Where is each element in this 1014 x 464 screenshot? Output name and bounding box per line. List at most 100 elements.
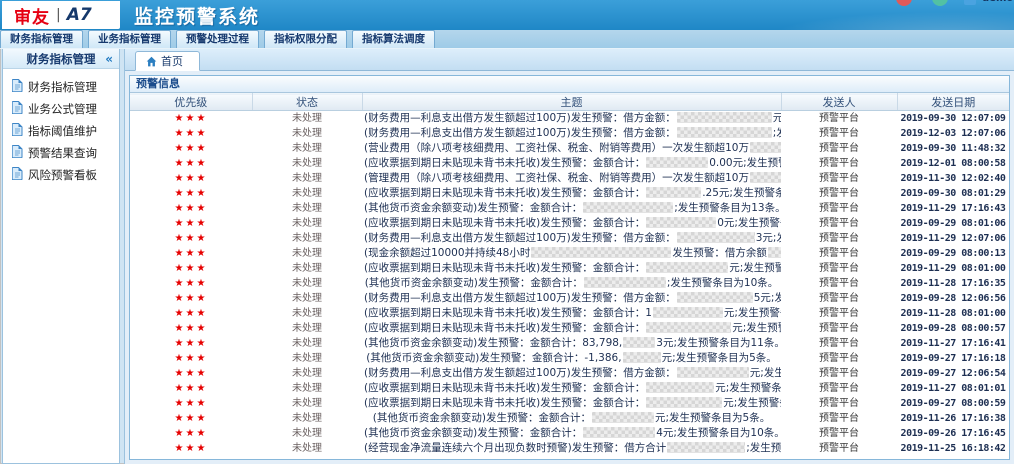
priority-stars: ★★★: [130, 216, 252, 231]
sidebar-item-label: 业务公式管理: [28, 101, 97, 117]
user-label: demo01: [982, 0, 1014, 4]
date-cell: 2019-11-26 17:16:38: [897, 411, 1009, 426]
subject-cell: (管理费用（除八项考核细费用、工资社保、税金、附销等费用）一次发生额超10万预警…: [362, 171, 781, 186]
redacted-amount: [677, 112, 772, 123]
sender-cell: 预警平台: [781, 381, 897, 396]
sidebar-title: 财务指标管理: [27, 51, 96, 67]
sender-cell: 预警平台: [781, 171, 897, 186]
subject-cell: (其他货币资金余额变动)发生预警：金额合计：-1,386,元;发生预警条目为5条…: [362, 351, 781, 366]
app-header: 审友 | A7 监控预警系统 demo01: [0, 0, 1014, 30]
priority-stars: ★★★: [130, 201, 252, 216]
alert-row[interactable]: ★★★未处理(应收票据到期日未贴现未背书未托收)发生预警：金额合计：元;发生预警…: [130, 321, 1009, 336]
sender-cell: 预警平台: [781, 411, 897, 426]
sidebar-item[interactable]: 风险预警看板: [12, 164, 119, 186]
alert-row[interactable]: ★★★未处理(应收票据到期日未贴现未背书未托收)发生预警：金额合计：0.00元;…: [130, 156, 1009, 171]
subject-text: 4元;发生预警条目为10条。: [656, 427, 781, 439]
subject-cell: (现金余额超过10000并持续48小时发生预警：借方余额4元;发生预警条目为1条…: [362, 246, 781, 261]
subject-cell: (财务费用—利息支出借方发生额超过100万)发生预警：借方金额：5元;发生预警条…: [362, 291, 781, 306]
sidebar-item[interactable]: 业务公式管理: [12, 98, 119, 120]
tab-home-label: 首页: [161, 53, 183, 69]
redacted-amount: [646, 262, 728, 273]
subject-text: 发生预警：借方余额: [672, 247, 767, 259]
page-tab-strip: 首页: [125, 49, 1014, 71]
subject-text: (应收票据到期日未贴现未背书未托收)发生预警：金额合计：: [364, 397, 645, 409]
date-cell: 2019-11-27 17:16:41: [897, 336, 1009, 351]
sender-cell: 预警平台: [781, 351, 897, 366]
priority-stars: ★★★: [130, 186, 252, 201]
alert-row[interactable]: ★★★未处理(应收票据到期日未贴现未背书未托收)发生预警：金额合计：1元;发生预…: [130, 306, 1009, 321]
subject-cell: (应收票据到期日未贴现未背书未托收)发生预警：金额合计：元;发生预警条目为22条…: [362, 396, 781, 411]
sidebar-collapse-icon[interactable]: «: [105, 52, 113, 66]
sidebar-item[interactable]: 财务指标管理: [12, 76, 119, 98]
alert-row[interactable]: ★★★未处理(其他货币资金余额变动)发生预警：金额合计：;发生预警条目为10条。…: [130, 276, 1009, 291]
status-cell: 未处理: [252, 426, 362, 441]
red-status-icon[interactable]: [896, 0, 912, 6]
sidebar-item-label: 预警结果查询: [28, 145, 97, 161]
priority-stars: ★★★: [130, 231, 252, 246]
alert-row[interactable]: ★★★未处理(财务费用—利息支出借方发生额超过100万)发生预警：借方金额：;发…: [130, 126, 1009, 141]
sender-cell: 预警平台: [781, 441, 897, 456]
date-cell: 2019-09-29 08:01:06: [897, 216, 1009, 231]
alert-row[interactable]: ★★★未处理(财务费用—利息支出借方发生额超过100万)发生预警：借方金额：3元…: [130, 231, 1009, 246]
alert-row[interactable]: ★★★未处理(营业费用（除八项考核细费用、工资社保、税金、附销等费用）一次发生额…: [130, 141, 1009, 156]
document-icon: [12, 167, 23, 183]
home-icon: [146, 56, 157, 67]
status-cell: 未处理: [252, 141, 362, 156]
date-cell: 2019-09-28 12:06:56: [897, 291, 1009, 306]
alert-row[interactable]: ★★★未处理(财务费用—利息支出借方发生额超过100万)发生预警：借方金额：5元…: [130, 291, 1009, 306]
status-cell: 未处理: [252, 186, 362, 201]
status-cell: 未处理: [252, 216, 362, 231]
subject-text: ;发生预警条目为8条。: [746, 442, 781, 454]
alert-row[interactable]: ★★★未处理(应收票据到期日未贴现未背书未托收)发生预警：金额合计：.25元;发…: [130, 186, 1009, 201]
sender-cell: 预警平台: [781, 186, 897, 201]
redacted-amount: [768, 247, 781, 258]
alert-row[interactable]: ★★★未处理(应收票据到期日未贴现未背书未托收)发生预警：金额合计：元;发生预警…: [130, 261, 1009, 276]
alert-row[interactable]: ★★★未处理(其他货币资金余额变动)发生预警：金额合计：元;发生预警条目为5条。…: [130, 411, 1009, 426]
alert-row[interactable]: ★★★未处理(其他货币资金余额变动)发生预警：金额合计：-1,386,元;发生预…: [130, 351, 1009, 366]
module-tab[interactable]: 指标权限分配: [264, 30, 347, 48]
status-cell: 未处理: [252, 306, 362, 321]
subject-cell: (其他货币资金余额变动)发生预警：金额合计：;发生预警条目为13条。: [362, 201, 781, 216]
green-status-icon[interactable]: [932, 0, 948, 6]
body: 财务指标管理 « 财务指标管理业务公式管理指标阈值维护预警结果查询风险预警看板 …: [0, 49, 1014, 464]
status-cell: 未处理: [252, 201, 362, 216]
subject-cell: (财务费用—利息支出借方发生额超过100万)发生预警：借方金额：元;发生预警条目…: [362, 366, 781, 381]
subject-text: (应收票据到期日未贴现未背书未托收)发生预警：金额合计：: [364, 322, 645, 334]
sender-cell: 预警平台: [781, 111, 897, 127]
sidebar-item[interactable]: 预警结果查询: [12, 142, 119, 164]
alert-row[interactable]: ★★★未处理(应收票据到期日未贴现未背书未托收)发生预警：金额合计：元;发生预警…: [130, 396, 1009, 411]
sidebar-item[interactable]: 指标阈值维护: [12, 120, 119, 142]
module-tab[interactable]: 预警处理过程: [176, 30, 259, 48]
alert-row[interactable]: ★★★未处理(财务费用—利息支出借方发生额超过100万)发生预警：借方金额：元;…: [130, 366, 1009, 381]
tab-home[interactable]: 首页: [135, 51, 200, 71]
alert-row[interactable]: ★★★未处理(现金余额超过10000并持续48小时发生预警：借方余额4元;发生预…: [130, 246, 1009, 261]
priority-stars: ★★★: [130, 126, 252, 141]
column-header: 优先级: [130, 94, 252, 111]
blue-app-icon[interactable]: [964, 0, 976, 5]
module-tab[interactable]: 指标算法调度: [352, 30, 435, 48]
subject-text: (应收票据到期日未贴现未背书未托收)发生预警：金额合计：: [364, 217, 645, 229]
alert-row[interactable]: ★★★未处理(财务费用—利息支出借方发生额超过100万)发生预警：借方金额：元;…: [130, 111, 1009, 127]
page-title: 监控预警系统: [134, 2, 260, 29]
subject-text: 元;发生预警条目为5条。: [662, 352, 777, 364]
priority-stars: ★★★: [130, 291, 252, 306]
subject-text: (现金余额超过10000并持续48小时: [364, 247, 530, 259]
redacted-amount: [677, 232, 755, 243]
module-tab[interactable]: 业务指标管理: [88, 30, 171, 48]
alert-row[interactable]: ★★★未处理(应收票据到期日未贴现未背书未托收)发生预警：金额合计：0元;发生预…: [130, 216, 1009, 231]
alert-row[interactable]: ★★★未处理(其他货币资金余额变动)发生预警：金额合计：4元;发生预警条目为10…: [130, 426, 1009, 441]
alert-table-body: ★★★未处理(财务费用—利息支出借方发生额超过100万)发生预警：借方金额：元;…: [130, 111, 1009, 457]
status-cell: 未处理: [252, 276, 362, 291]
subject-text: 元;发生预警条目为4条。: [773, 112, 781, 124]
app-window: 审友 | A7 监控预警系统 demo01 财务指标管理业务指标管理预警处理过程…: [0, 0, 1014, 464]
priority-stars: ★★★: [130, 276, 252, 291]
module-tab[interactable]: 财务指标管理: [0, 30, 83, 48]
alert-row[interactable]: ★★★未处理(管理费用（除八项考核细费用、工资社保、税金、附销等费用）一次发生额…: [130, 171, 1009, 186]
alert-row[interactable]: ★★★未处理(其他货币资金余额变动)发生预警：金额合计：;发生预警条目为13条。…: [130, 201, 1009, 216]
alert-row[interactable]: ★★★未处理(经营现金净流量连续六个月出现负数时预警)发生预警：借方合计;发生预…: [130, 441, 1009, 456]
status-cell: 未处理: [252, 336, 362, 351]
column-header: 主题: [362, 94, 781, 111]
alert-row[interactable]: ★★★未处理(应收票据到期日未贴现未背书未托收)发生预警：金额合计：元;发生预警…: [130, 381, 1009, 396]
sender-cell: 预警平台: [781, 291, 897, 306]
alert-row[interactable]: ★★★未处理(其他货币资金余额变动)发生预警：金额合计：83,798,3元;发生…: [130, 336, 1009, 351]
